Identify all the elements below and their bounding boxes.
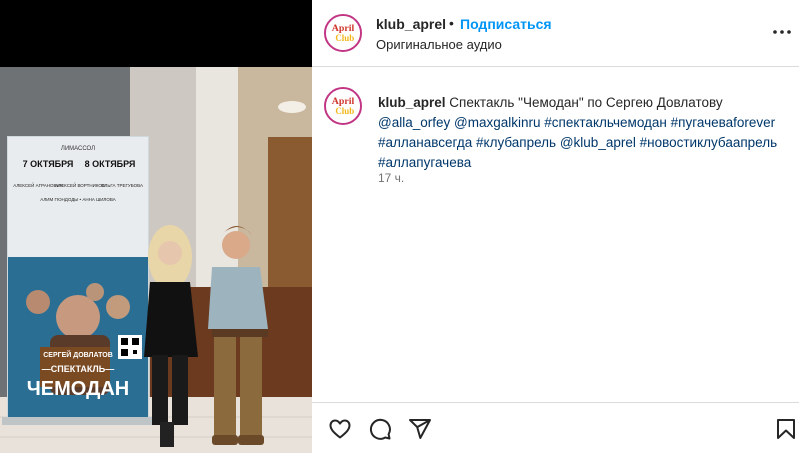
author-avatar[interactable]: April Club [324, 14, 362, 52]
caption-tag[interactable]: #спектакльчемодан [544, 115, 667, 130]
caption-tag[interactable]: #пугачеваforever [671, 115, 776, 130]
april-club-logo-icon: April Club [326, 16, 360, 50]
post-photo[interactable]: ЛИМАССОЛ 7 ОКТЯБРЯ 8 ОКТЯБРЯ АЛЕКСЕЙ АГР… [0, 67, 312, 453]
poster-brand: ЛИМАССОЛ [61, 146, 95, 152]
poster-show-title: ЧЕМОДАН [27, 378, 129, 400]
caption-username[interactable]: klub_aprel [378, 95, 446, 110]
separator-dot: • [449, 15, 454, 31]
caption-tag[interactable]: @alla_orfey [378, 115, 450, 130]
caption-author-avatar[interactable]: April Club [324, 87, 362, 125]
follow-button[interactable]: Подписаться [460, 16, 552, 32]
author-username[interactable]: klub_aprel [376, 16, 446, 32]
media-pane: ЛИМАССОЛ 7 ОКТЯБРЯ 8 ОКТЯБРЯ АЛЕКСЕЙ АГР… [0, 0, 312, 453]
photo-illustration: ЛИМАССОЛ 7 ОКТЯБРЯ 8 ОКТЯБРЯ АЛЕКСЕЙ АГР… [0, 67, 312, 453]
caption-tag[interactable]: @klub_aprel [560, 135, 636, 150]
caption-tag[interactable]: #алланавсегда [378, 135, 472, 150]
post-caption: klub_aprel Спектакль "Чемодан" по Сергею… [378, 93, 792, 173]
poster-date-2: 8 ОКТЯБРЯ [85, 159, 136, 169]
poster-show-word: —СПЕКТАКЛЬ— [42, 364, 114, 374]
action-bar [312, 402, 799, 453]
poster-cast-2: АЛЕКСЕЙ ВОРТНИКОВ [55, 181, 105, 188]
poster-author: СЕРГЕЙ ДОВЛАТОВ [43, 350, 113, 359]
bookmark-icon[interactable] [774, 417, 798, 441]
caption-tag[interactable]: @maxgalkinru [454, 115, 540, 130]
caption-tag[interactable]: #клубапрель [476, 135, 556, 150]
audio-label[interactable]: Оригинальное аудио [376, 37, 502, 52]
post-details-pane: April Club klub_aprel • Подписаться Ориг… [312, 0, 799, 453]
share-icon[interactable] [408, 417, 432, 441]
april-club-logo-icon: April Club [326, 89, 360, 123]
poster-cast-row-2: АЛИМ ГЮНДОДЫ • АННА ШИЛОВА [40, 197, 116, 202]
caption-tag[interactable]: #новостиклубаапрель [640, 135, 778, 150]
caption-tag[interactable]: #аллапугачева [378, 155, 471, 170]
post-timestamp[interactable]: 17 ч. [378, 171, 404, 185]
comment-icon[interactable] [368, 417, 392, 441]
more-options-icon[interactable] [772, 20, 792, 44]
post-header: April Club klub_aprel • Подписаться Ориг… [312, 0, 799, 67]
caption-text: Спектакль "Чемодан" по Сергею Довлатову [449, 95, 723, 110]
poster-date-1: 7 ОКТЯБРЯ [23, 159, 74, 169]
comments-area: April Club klub_aprel Спектакль "Чемодан… [312, 67, 799, 402]
svg-text:Club: Club [335, 33, 354, 43]
poster-cast-3: ОЛЬГА ТРЕГУБОВА [101, 183, 143, 188]
svg-text:Club: Club [335, 106, 354, 116]
heart-icon[interactable] [328, 417, 352, 441]
